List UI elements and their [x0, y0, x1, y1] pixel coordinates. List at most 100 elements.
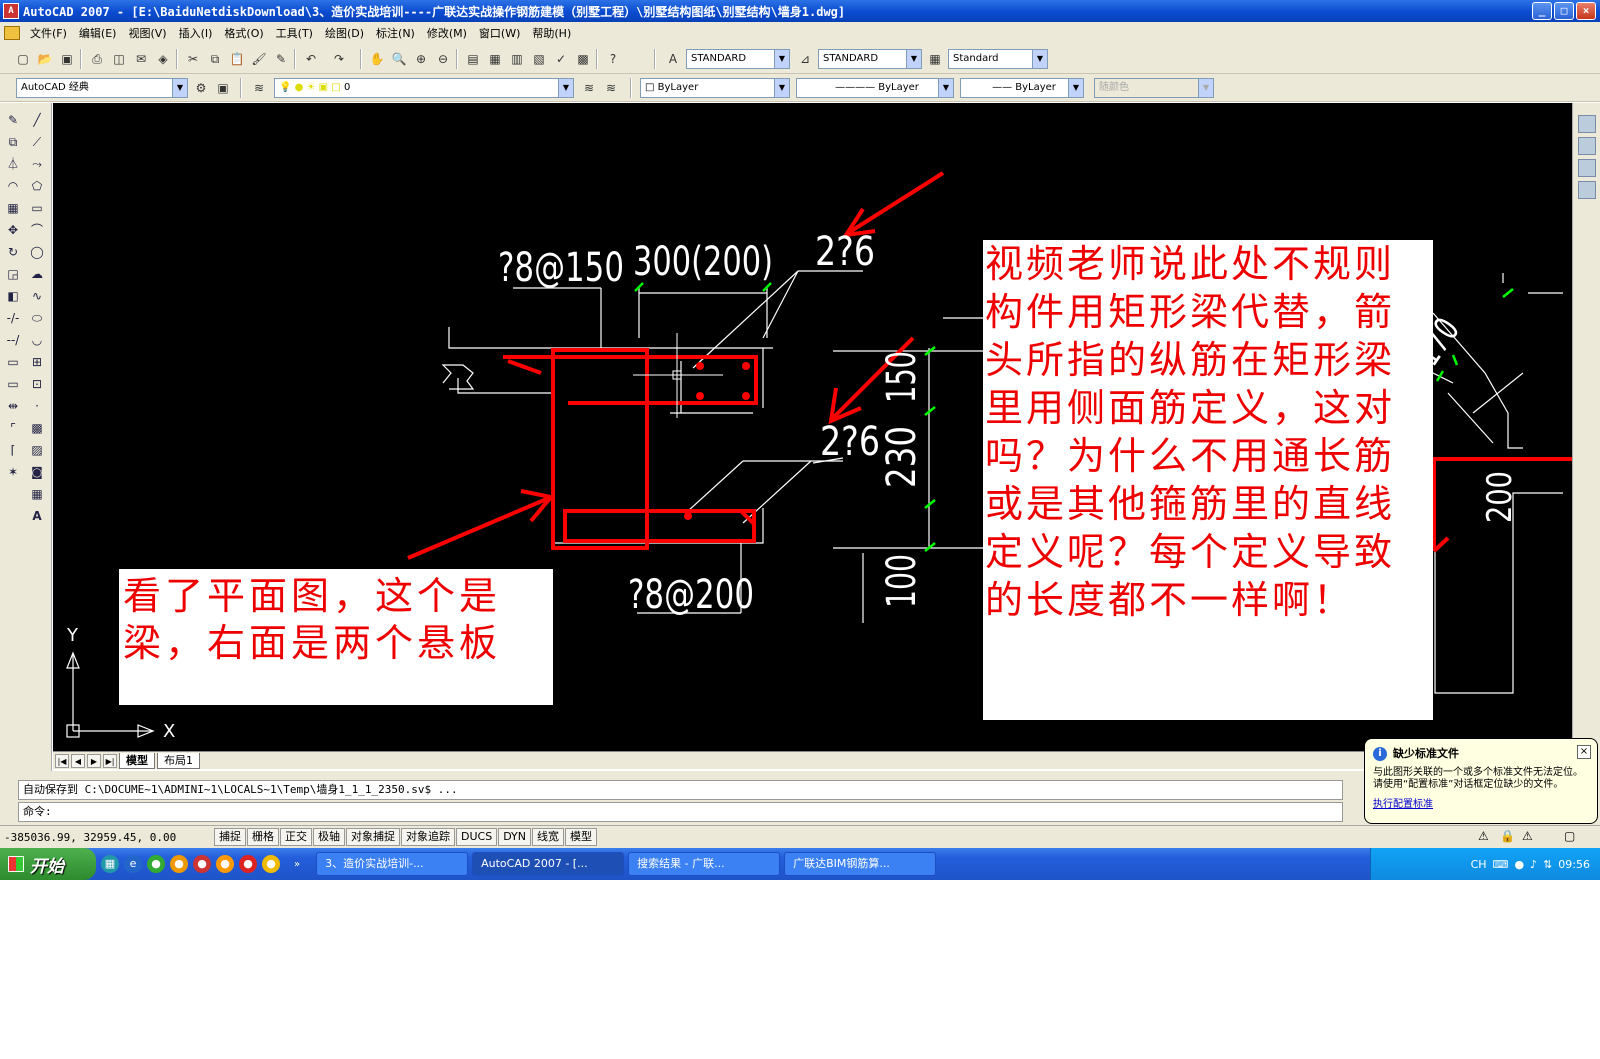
clean-screen-icon[interactable]: ▢: [1564, 829, 1575, 843]
stretch-icon[interactable]: ◧: [4, 287, 22, 305]
dim-style-select[interactable]: STANDARD ▼: [818, 49, 922, 69]
explode-icon[interactable]: ✶: [4, 463, 22, 481]
rotate-icon[interactable]: ↻: [4, 243, 22, 261]
task-autocad[interactable]: AutoCAD 2007 - [...: [472, 852, 625, 876]
lock-icon[interactable]: 🔒: [1500, 829, 1515, 843]
array-icon[interactable]: ▦: [4, 199, 22, 217]
rectangle-icon[interactable]: ▭: [28, 199, 46, 217]
task-search-results[interactable]: 搜索结果 - 广联...: [628, 852, 781, 876]
zoom-previous-icon[interactable]: ⊖: [434, 50, 452, 68]
erase-icon[interactable]: ✎: [4, 111, 22, 129]
polyline-icon[interactable]: ⤳: [28, 155, 46, 173]
undo-icon[interactable]: ↶: [302, 50, 320, 68]
layer-previous-icon[interactable]: ≋: [602, 79, 620, 97]
comm-center-icon[interactable]: ⚠: [1478, 829, 1489, 843]
move-icon[interactable]: ✥: [4, 221, 22, 239]
workspace-select[interactable]: AutoCAD 经典 ▼: [16, 78, 188, 98]
first-tab-icon[interactable]: |◀: [55, 753, 69, 768]
tab-layout1[interactable]: 布局1: [157, 752, 200, 769]
quicklaunch-app-3-icon[interactable]: ●: [193, 855, 211, 873]
quicklaunch-app-5-icon[interactable]: ●: [239, 855, 257, 873]
zoom-realtime-icon[interactable]: 🔍: [390, 50, 408, 68]
tool-palettes-icon[interactable]: ▥: [508, 50, 526, 68]
lineweight-select[interactable]: —— ByLayer ▼: [960, 78, 1084, 98]
redo-icon[interactable]: ↷: [330, 50, 348, 68]
construction-line-icon[interactable]: ⟋: [28, 133, 46, 151]
autocad-app-icon[interactable]: A: [3, 3, 19, 19]
publish-icon[interactable]: ✉: [132, 50, 150, 68]
new-file-icon[interactable]: ▢: [14, 50, 32, 68]
chevron-down-icon[interactable]: ▼: [774, 79, 789, 97]
mirror-icon[interactable]: ⏃: [4, 155, 22, 173]
workspace-settings-icon[interactable]: ⚙: [192, 79, 210, 97]
paste-icon[interactable]: 📋: [228, 50, 246, 68]
bring-above-icon[interactable]: [1578, 159, 1596, 177]
layer-manager-icon[interactable]: ≋: [250, 79, 268, 97]
menu-draw[interactable]: 绘图(D): [319, 25, 370, 41]
menu-modify[interactable]: 修改(M): [421, 25, 473, 41]
offset-icon[interactable]: ◠: [4, 177, 22, 195]
volume-icon[interactable]: ♪: [1530, 858, 1537, 871]
spline-icon[interactable]: ∿: [28, 287, 46, 305]
quicklaunch-more-icon[interactable]: »: [294, 859, 300, 870]
menu-file[interactable]: 文件(F): [24, 25, 73, 41]
properties-icon[interactable]: ▤: [464, 50, 482, 68]
menu-tools[interactable]: 工具(T): [270, 25, 319, 41]
ducs-toggle[interactable]: DUCS: [456, 828, 498, 846]
help-icon[interactable]: ?: [604, 50, 622, 68]
start-button[interactable]: 开始: [0, 848, 96, 880]
osnap-toggle[interactable]: 对象捕捉: [346, 828, 400, 846]
tab-model[interactable]: 模型: [119, 752, 155, 769]
multiline-text-icon[interactable]: A: [28, 507, 46, 525]
menu-insert[interactable]: 插入(I): [173, 25, 219, 41]
chevron-down-icon[interactable]: ▼: [906, 50, 921, 68]
hatch-icon[interactable]: ▩: [28, 419, 46, 437]
save-icon[interactable]: ▣: [58, 50, 76, 68]
quicklaunch-app-1-icon[interactable]: ●: [147, 855, 165, 873]
copy-icon[interactable]: ⧉: [206, 50, 224, 68]
fillet-icon[interactable]: ⌈: [4, 441, 22, 459]
sheet-set-icon[interactable]: ▧: [530, 50, 548, 68]
send-under-icon[interactable]: [1578, 181, 1596, 199]
open-file-icon[interactable]: 📂: [36, 50, 54, 68]
workspace-save-icon[interactable]: ▣: [214, 79, 232, 97]
chevron-down-icon[interactable]: ▼: [1032, 50, 1047, 68]
chevron-down-icon[interactable]: ▼: [1068, 79, 1083, 97]
chevron-down-icon[interactable]: ▼: [558, 79, 573, 97]
ortho-toggle[interactable]: 正交: [280, 828, 312, 846]
language-indicator[interactable]: CH: [1471, 858, 1487, 871]
design-center-icon[interactable]: ▦: [486, 50, 504, 68]
prev-tab-icon[interactable]: ◀: [71, 753, 85, 768]
snap-toggle[interactable]: 捕捉: [214, 828, 246, 846]
cut-icon[interactable]: ✂: [184, 50, 202, 68]
menu-window[interactable]: 窗口(W): [473, 25, 526, 41]
show-desktop-icon[interactable]: ▦: [101, 855, 119, 873]
break-icon[interactable]: ▭: [4, 353, 22, 371]
line-icon[interactable]: ╱: [28, 111, 46, 129]
menu-edit[interactable]: 编辑(E): [73, 25, 123, 41]
table-style-select[interactable]: Standard ▼: [948, 49, 1048, 69]
grid-toggle[interactable]: 栅格: [247, 828, 279, 846]
block-editor-icon[interactable]: ✎: [272, 50, 290, 68]
clock[interactable]: 09:56: [1558, 858, 1590, 871]
restore-button[interactable]: □: [1554, 2, 1574, 20]
balloon-close-button[interactable]: ×: [1577, 745, 1591, 759]
zoom-window-icon[interactable]: ⊕: [412, 50, 430, 68]
match-properties-icon[interactable]: 🖌: [250, 50, 268, 68]
pan-icon[interactable]: ✋: [368, 50, 386, 68]
table-icon[interactable]: ▦: [28, 485, 46, 503]
quicklaunch-app-2-icon[interactable]: ●: [170, 855, 188, 873]
task-glodon-bim[interactable]: 广联达BIM钢筋算...: [784, 852, 937, 876]
keyboard-icon[interactable]: ⌨: [1493, 858, 1509, 871]
copy-object-icon[interactable]: ⧉: [4, 133, 22, 151]
chamfer-icon[interactable]: ⌜: [4, 419, 22, 437]
otrack-toggle[interactable]: 对象追踪: [401, 828, 455, 846]
polygon-icon[interactable]: ⬠: [28, 177, 46, 195]
menu-help[interactable]: 帮助(H): [526, 25, 577, 41]
join-icon[interactable]: ⇹: [4, 397, 22, 415]
document-icon[interactable]: [4, 26, 20, 40]
quicklaunch-app-6-icon[interactable]: ●: [262, 855, 280, 873]
tray-app-icon[interactable]: ●: [1514, 858, 1524, 871]
layer-select[interactable]: 💡 ● ☀ ▣ □ 0 ▼: [274, 78, 574, 98]
insert-block-icon[interactable]: ⊞: [28, 353, 46, 371]
